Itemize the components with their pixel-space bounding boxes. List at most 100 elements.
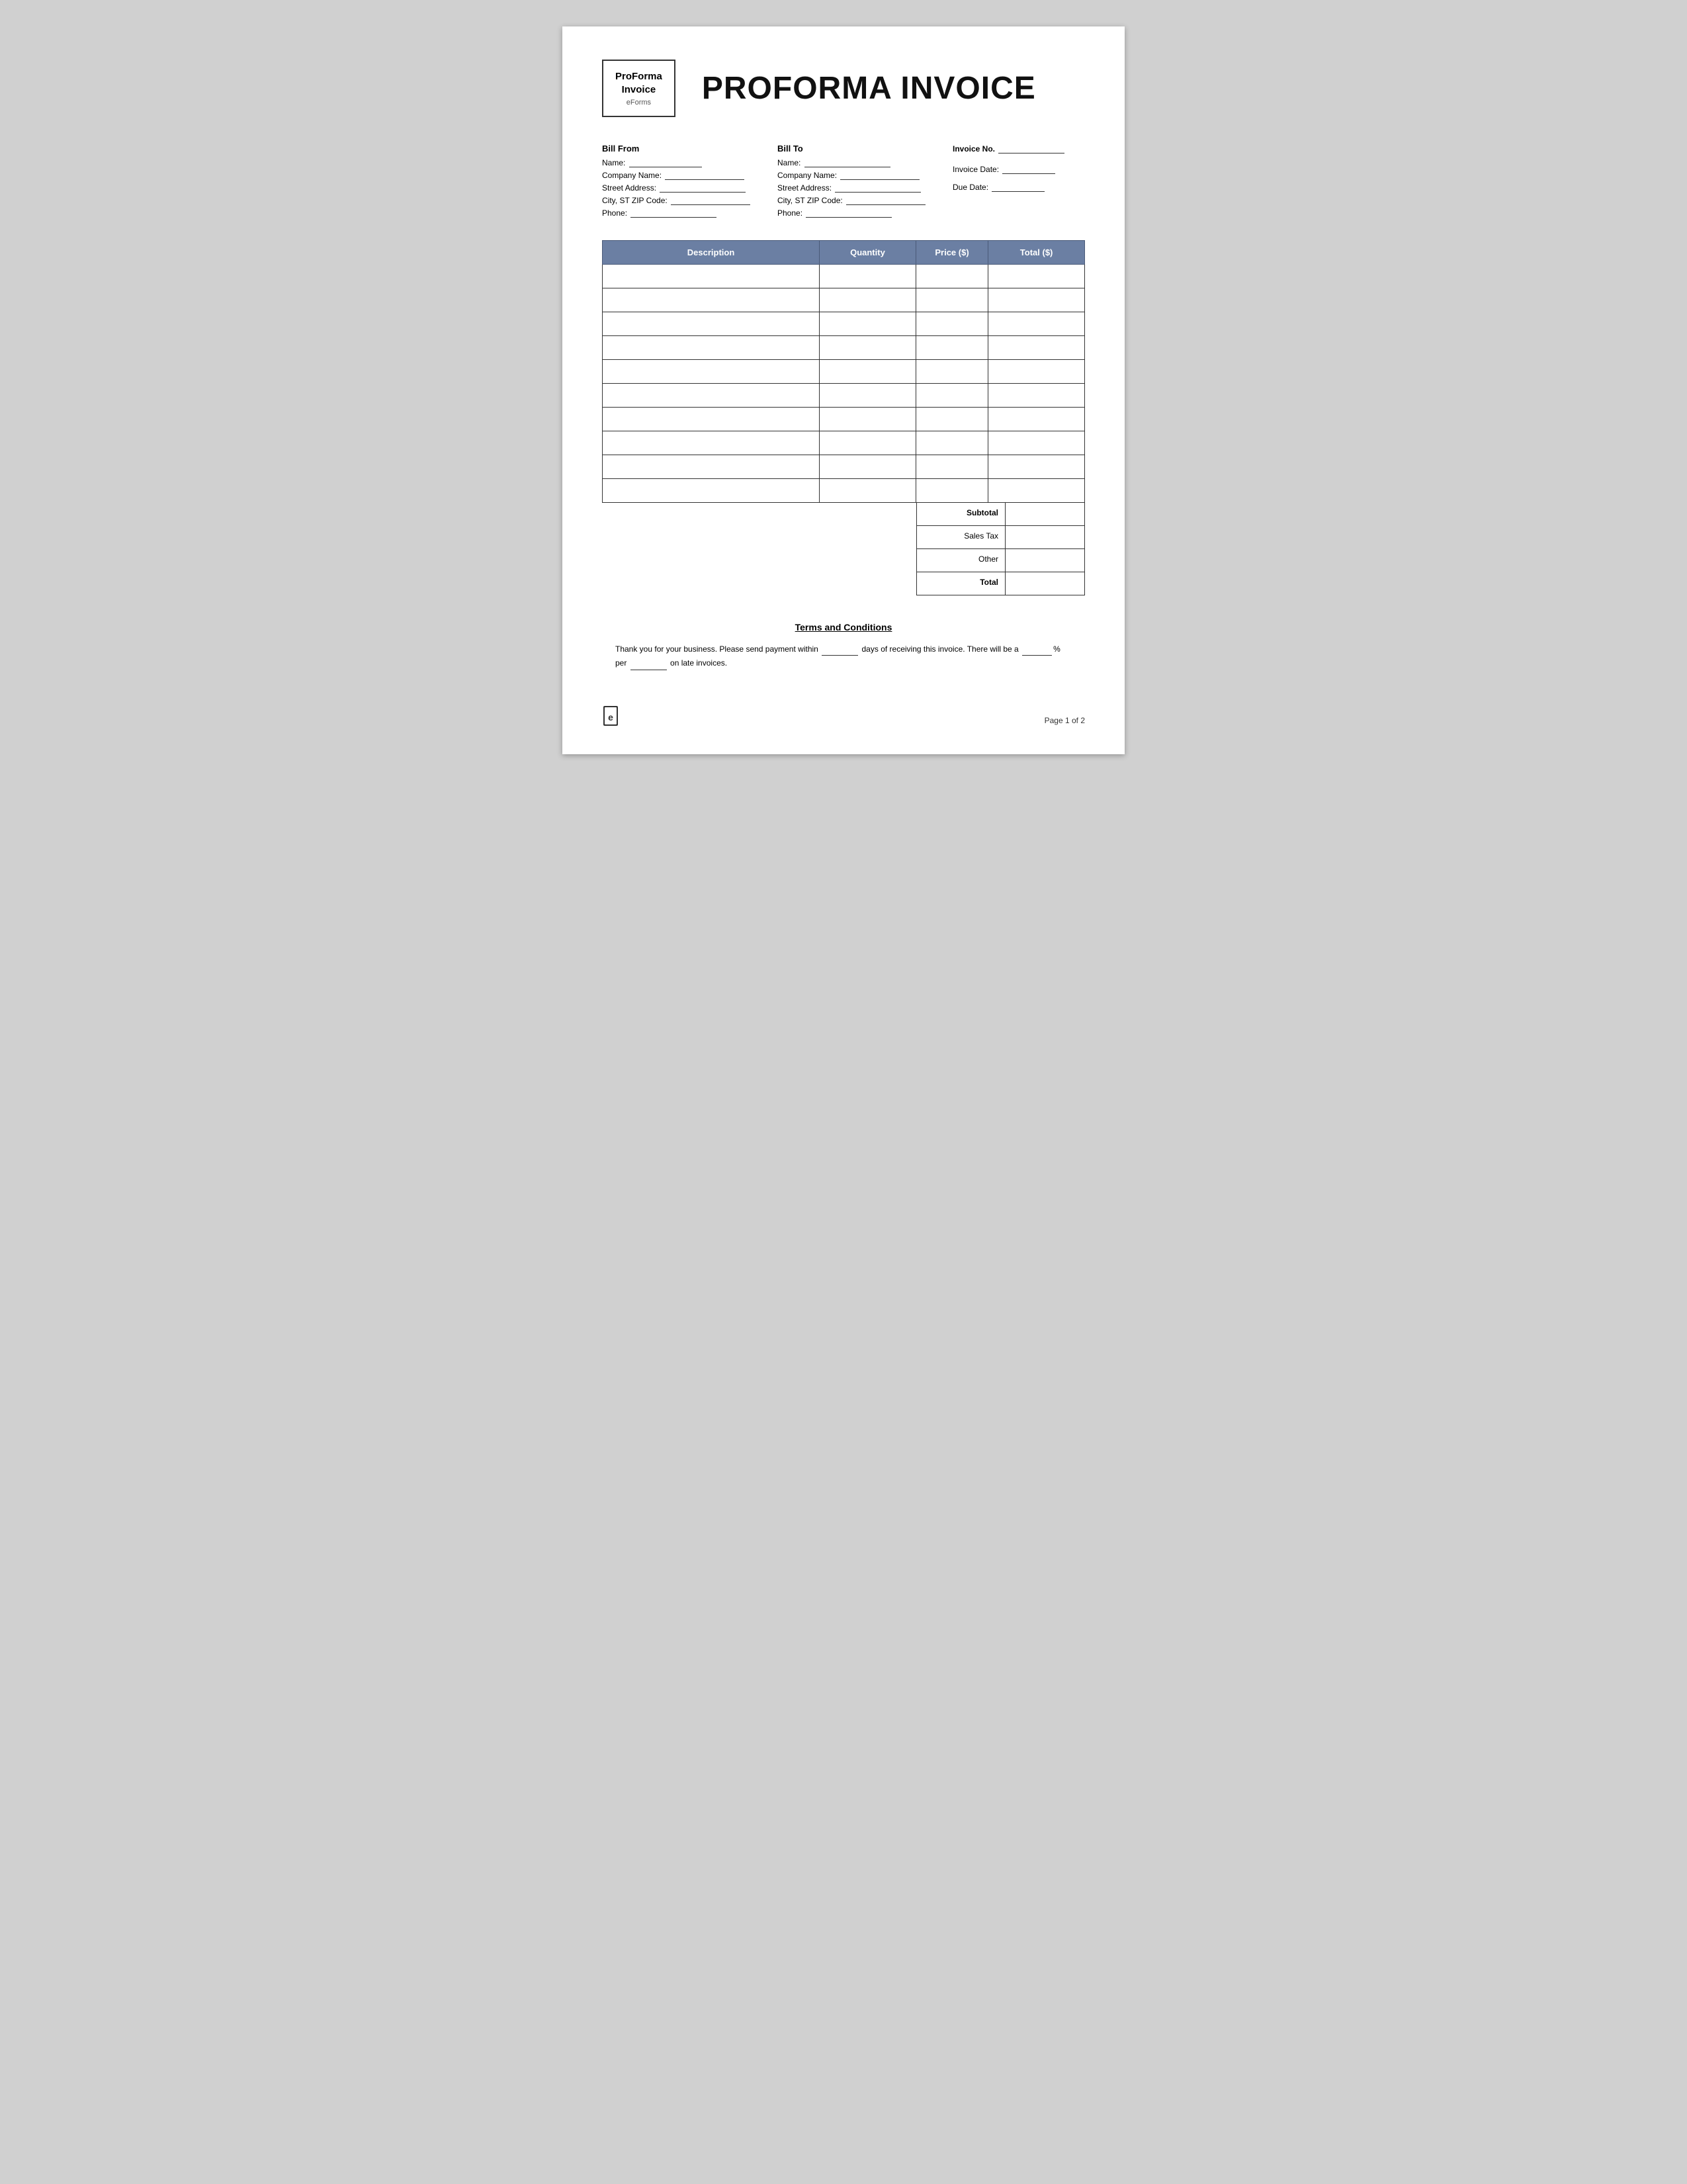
other-value[interactable] [1005,549,1084,572]
invoice-no-field[interactable] [998,144,1064,153]
col-header-price: Price ($) [916,241,988,265]
total-cell[interactable] [988,288,1085,312]
price-cell[interactable] [916,455,988,479]
subtotal-row: Subtotal [916,503,1086,526]
invoice-page: ProFormaInvoice eForms PROFORMA INVOICE … [562,26,1125,754]
table-row [603,384,1085,408]
qty-cell[interactable] [820,455,916,479]
desc-cell[interactable] [603,312,820,336]
bill-to-block: Bill To Name: Company Name: Street Addre… [777,144,939,220]
per-period-field[interactable] [630,656,667,670]
desc-cell[interactable] [603,288,820,312]
doc-letter: e [608,712,613,722]
terms-text: Thank you for your business. Please send… [602,642,1085,670]
price-cell[interactable] [916,431,988,455]
page-footer: e Page 1 of 2 [602,706,1085,734]
qty-cell[interactable] [820,360,916,384]
table-row [603,479,1085,503]
other-label: Other [917,549,1006,572]
total-value[interactable] [1005,572,1084,595]
total-cell[interactable] [988,265,1085,288]
table-row [603,312,1085,336]
bill-from-heading: Bill From [602,144,764,153]
total-cell[interactable] [988,408,1085,431]
invoice-date-field[interactable] [1002,164,1055,174]
desc-cell[interactable] [603,384,820,408]
subtotal-value[interactable] [1005,503,1084,525]
total-cell[interactable] [988,336,1085,360]
bill-from-phone-field[interactable] [630,208,716,218]
payment-days-field[interactable] [822,642,858,656]
bill-from-city-field[interactable] [671,195,750,205]
qty-cell[interactable] [820,336,916,360]
salestax-row: Sales Tax [916,526,1086,549]
bill-to-phone-field[interactable] [806,208,892,218]
price-cell[interactable] [916,265,988,288]
bill-from-company-field[interactable] [665,170,744,180]
bill-to-company: Company Name: [777,170,939,180]
salestax-value[interactable] [1005,526,1084,548]
col-header-total: Total ($) [988,241,1085,265]
desc-cell[interactable] [603,360,820,384]
bill-from-address: Street Address: [602,183,764,193]
total-cell[interactable] [988,360,1085,384]
price-cell[interactable] [916,360,988,384]
total-row: Total [916,572,1086,595]
bill-to-name: Name: [777,157,939,167]
qty-cell[interactable] [820,479,916,503]
total-label: Total [917,572,1006,595]
bill-from-company: Company Name: [602,170,764,180]
qty-cell[interactable] [820,384,916,408]
bill-from-block: Bill From Name: Company Name: Street Add… [602,144,764,220]
total-cell[interactable] [988,312,1085,336]
price-cell[interactable] [916,336,988,360]
bill-to-address: Street Address: [777,183,939,193]
bill-to-city-field[interactable] [846,195,926,205]
due-date-field[interactable] [992,182,1045,192]
other-row: Other [916,549,1086,572]
desc-cell[interactable] [603,431,820,455]
invoice-info-block: Invoice No. Invoice Date: Due Date: [953,144,1085,220]
total-cell[interactable] [988,455,1085,479]
price-cell[interactable] [916,384,988,408]
desc-cell[interactable] [603,408,820,431]
desc-cell[interactable] [603,265,820,288]
table-row [603,360,1085,384]
table-row [603,265,1085,288]
price-cell[interactable] [916,288,988,312]
bill-from-phone: Phone: [602,208,764,218]
price-cell[interactable] [916,312,988,336]
qty-cell[interactable] [820,408,916,431]
bill-to-company-field[interactable] [840,170,920,180]
qty-cell[interactable] [820,265,916,288]
percent-field[interactable] [1022,642,1052,656]
total-cell[interactable] [988,479,1085,503]
col-header-description: Description [603,241,820,265]
table-row [603,288,1085,312]
qty-cell[interactable] [820,431,916,455]
bill-from-address-field[interactable] [660,183,746,193]
bill-from-name: Name: [602,157,764,167]
bill-to-name-field[interactable] [804,157,890,167]
bill-to-address-field[interactable] [835,183,921,193]
desc-cell[interactable] [603,336,820,360]
price-cell[interactable] [916,479,988,503]
col-header-quantity: Quantity [820,241,916,265]
table-row [603,336,1085,360]
invoice-date-row: Invoice Date: [953,164,1085,174]
invoice-table: Description Quantity Price ($) Total ($) [602,240,1085,503]
bill-to-city: City, ST ZIP Code: [777,195,939,205]
page-number: Page 1 of 2 [1045,716,1085,725]
salestax-label: Sales Tax [917,526,1006,548]
price-cell[interactable] [916,408,988,431]
qty-cell[interactable] [820,288,916,312]
desc-cell[interactable] [603,479,820,503]
terms-title: Terms and Conditions [602,622,1085,633]
total-cell[interactable] [988,431,1085,455]
total-cell[interactable] [988,384,1085,408]
desc-cell[interactable] [603,455,820,479]
qty-cell[interactable] [820,312,916,336]
bill-from-city: City, ST ZIP Code: [602,195,764,205]
bill-from-name-field[interactable] [629,157,702,167]
totals-wrapper: Subtotal Sales Tax Other Total [602,503,1085,595]
